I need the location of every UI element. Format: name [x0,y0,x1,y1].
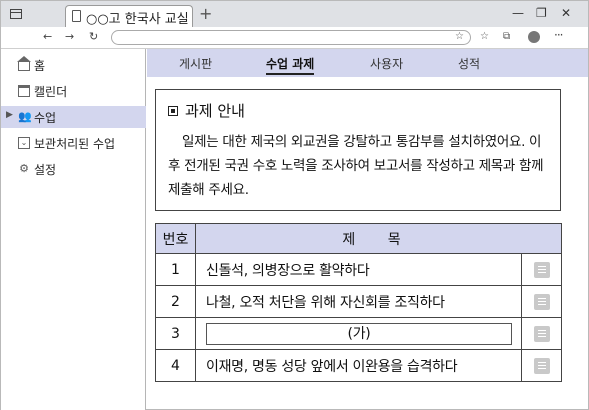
sidebar-item-settings[interactable]: ⚙ 설정 [1,158,146,180]
page-icon [72,10,81,22]
new-tab-button[interactable]: + [199,4,212,23]
table-header-row: 번호 제 목 [155,223,562,254]
row-action-cell [521,349,562,382]
navigation-bar: ← → ↻ ☆ ☆ ⧉ ··· [1,27,588,49]
tab-bar: ○○고 한국사 교실 + — ❐ ✕ [1,1,588,27]
document-icon[interactable] [533,293,550,310]
tab-grades[interactable]: 성적 [458,55,480,72]
expand-arrow-icon: ▶ [6,110,13,120]
table-row: 1 신돌석, 의병장으로 활약하다 [155,253,562,286]
assignment-notice: 과제 안내 일제는 대한 제국의 외교권을 강탈하고 통감부를 설치하였어요. … [155,89,561,211]
row-title: 신돌석, 의병장으로 활약하다 [195,253,522,286]
favorites-icon[interactable]: ☆ [480,31,489,42]
column-header-number: 번호 [155,223,196,254]
sidebar-item-class[interactable]: ▶ 👥 수업 [1,106,146,128]
sidebar-item-label: 홈 [34,59,46,73]
row-number: 2 [155,285,196,318]
table-row: 3 (가) [155,317,562,350]
sidebar-item-calendar[interactable]: 캘린더 [1,80,146,102]
row-action-cell [521,285,562,318]
column-header-title: 제 목 [195,223,562,254]
reload-button[interactable]: ↻ [89,30,98,43]
home-icon [17,56,31,71]
forward-button[interactable]: → [65,30,74,43]
sidebar-item-label: 보관처리된 수업 [34,137,116,151]
row-number: 4 [155,349,196,382]
tab-title: ○○고 한국사 교실 [86,12,189,27]
browser-tab[interactable]: ○○고 한국사 교실 [65,5,193,27]
document-icon[interactable] [533,325,550,342]
sidebar-item-label: 설정 [34,163,57,177]
tab-users[interactable]: 사용자 [370,55,403,72]
title-input[interactable]: (가) [206,322,512,345]
window-menu-icon[interactable] [10,9,22,19]
row-number: 3 [155,317,196,350]
close-button[interactable]: ✕ [561,6,571,20]
tab-board[interactable]: 게시판 [179,55,212,72]
back-button[interactable]: ← [43,30,52,43]
archive-icon: ⌄ [18,137,30,149]
sidebar-item-label: 캘린더 [34,85,68,99]
class-menu: 게시판 수업 과제 사용자 성적 [147,49,588,77]
profile-avatar[interactable] [528,31,540,43]
address-bar[interactable]: ☆ [111,30,471,45]
document-icon[interactable] [533,261,550,278]
square-bullet-icon [168,106,178,116]
sidebar-item-archived[interactable]: ⌄ 보관처리된 수업 [1,132,146,154]
row-title: 나철, 오적 처단을 위해 자신회를 조직하다 [195,285,522,318]
row-action-cell [521,317,562,350]
table-row: 2 나철, 오적 처단을 위해 자신회를 조직하다 [155,285,562,318]
row-action-cell [521,253,562,286]
notice-heading-text: 과제 안내 [185,102,245,120]
browser-window: ○○고 한국사 교실 + — ❐ ✕ ← → ↻ ☆ ☆ ⧉ ··· 홈 캘린더… [0,0,589,410]
calendar-icon [18,85,30,97]
column-header-title-text: 제 목 [342,231,415,248]
gear-icon: ⚙ [19,162,29,175]
table-row: 4 이재명, 명동 성당 앞에서 이완용을 습격하다 [155,349,562,382]
row-title-cell: (가) [195,317,522,350]
sidebar: 홈 캘린더 ▶ 👥 수업 ⌄ 보관처리된 수업 ⚙ 설정 [1,49,146,410]
bookmark-star-icon[interactable]: ☆ [455,31,464,42]
more-menu-icon[interactable]: ··· [554,28,564,42]
sidebar-item-label: 수업 [34,111,57,125]
restore-button[interactable]: ❐ [536,6,547,20]
row-number: 1 [155,253,196,286]
users-icon: 👥 [18,110,32,123]
sidebar-item-home[interactable]: 홈 [1,54,146,76]
tab-assignments[interactable]: 수업 과제 [266,55,315,75]
document-icon[interactable] [533,357,550,374]
notice-heading: 과제 안내 [168,100,245,121]
notice-body: 일제는 대한 제국의 외교권을 강탈하고 통감부를 설치하였어요. 이후 전개된… [168,134,544,198]
row-title: 이재명, 명동 성당 앞에서 이완용을 습격하다 [195,349,522,382]
minimize-button[interactable]: — [512,6,524,20]
collections-icon[interactable]: ⧉ [503,31,510,42]
submission-table: 번호 제 목 1 신돌석, 의병장으로 활약하다 2 나철, 오적 처단을 위해… [155,223,562,382]
